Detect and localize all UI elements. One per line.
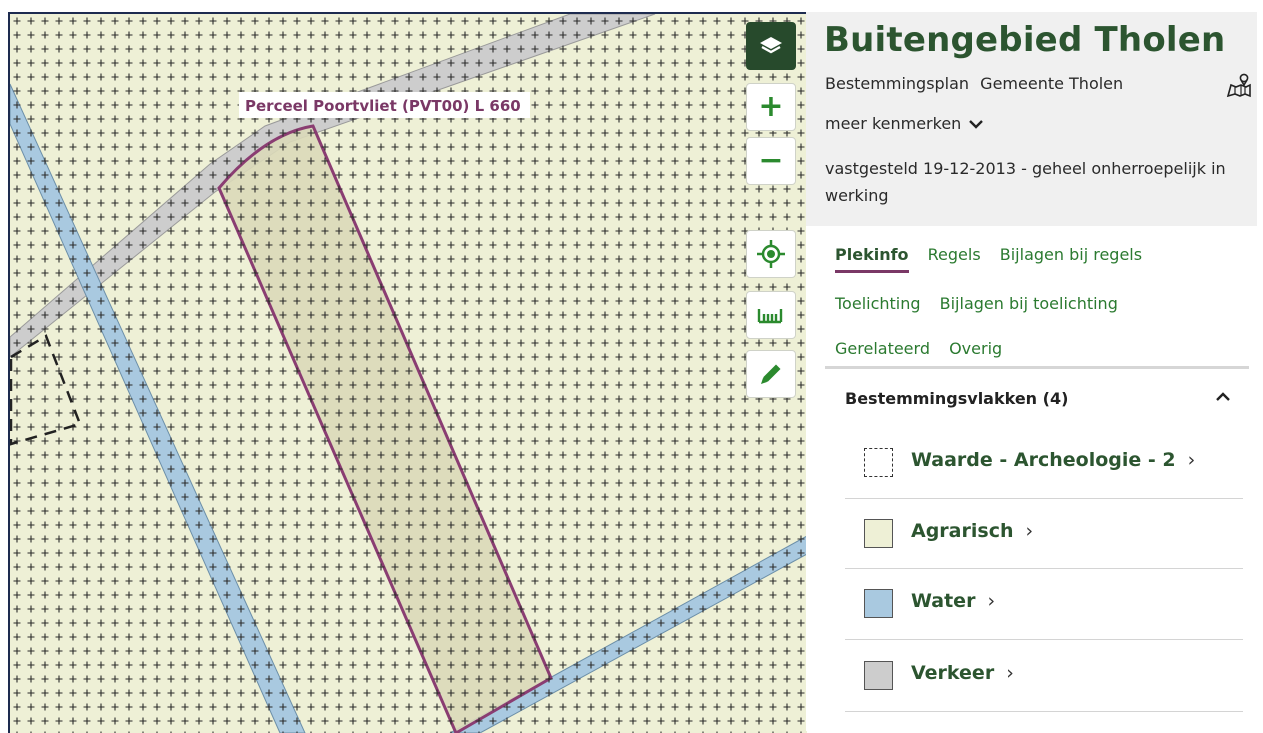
info-panel: Buitengebied Tholen Bestemmingsplan Geme… bbox=[806, 12, 1263, 731]
tab-row-3: Gerelateerd Overig bbox=[835, 339, 1016, 364]
section-header-bestemmingsvlakken[interactable]: Bestemmingsvlakken (4) bbox=[845, 389, 1231, 408]
swatch-agrarisch bbox=[864, 519, 893, 548]
tab-regels[interactable]: Regels bbox=[928, 245, 981, 270]
legend-item-verkeer[interactable]: Verkeer › bbox=[845, 641, 1243, 712]
tab-divider bbox=[825, 366, 1249, 369]
zoom-out-button[interactable]: − bbox=[746, 137, 796, 185]
legend-label-verkeer: Verkeer › bbox=[911, 662, 1014, 684]
plan-title: Buitengebied Tholen bbox=[824, 20, 1226, 60]
grid-pattern bbox=[10, 14, 807, 733]
draw-button[interactable] bbox=[746, 350, 796, 398]
zoom-out-icon: − bbox=[758, 143, 784, 178]
more-features-label: meer kenmerken bbox=[825, 114, 962, 133]
plan-type: Bestemmingsplan bbox=[825, 74, 970, 93]
layers-icon bbox=[760, 37, 782, 54]
swatch-water bbox=[864, 589, 893, 618]
tab-bijlagen-bij-toelichting[interactable]: Bijlagen bij toelichting bbox=[940, 294, 1118, 319]
chevron-right-icon: › bbox=[987, 590, 996, 612]
zoom-in-button[interactable]: + bbox=[746, 83, 796, 131]
legend-label-agrarisch: Agrarisch › bbox=[911, 520, 1034, 542]
locate-icon bbox=[757, 240, 785, 268]
tab-row-1: Plekinfo Regels Bijlagen bij regels bbox=[835, 245, 1156, 273]
tab-overig[interactable]: Overig bbox=[949, 339, 1002, 364]
legend-item-water[interactable]: Water › bbox=[845, 569, 1243, 640]
legend-item-agrarisch[interactable]: Agrarisch › bbox=[845, 498, 1243, 569]
plan-authority: Gemeente Tholen bbox=[980, 74, 1124, 93]
app-window: Perceel Poortvliet (PVT00) L 660 + − Bui… bbox=[0, 0, 1263, 733]
map-pin-button[interactable] bbox=[1226, 72, 1252, 102]
locate-button[interactable] bbox=[746, 230, 796, 278]
plan-header: Buitengebied Tholen Bestemmingsplan Geme… bbox=[806, 12, 1257, 226]
ruler-icon bbox=[757, 309, 783, 324]
plan-subtitle: Bestemmingsplan Gemeente Tholen bbox=[825, 74, 1129, 93]
chevron-right-icon: › bbox=[1187, 449, 1196, 471]
tab-gerelateerd[interactable]: Gerelateerd bbox=[835, 339, 930, 364]
map-canvas[interactable]: Perceel Poortvliet (PVT00) L 660 + − bbox=[8, 12, 807, 733]
legend-item-archeologie[interactable]: Waarde - Archeologie - 2 › bbox=[845, 428, 1243, 499]
legend-label-water: Water › bbox=[911, 590, 996, 612]
measure-button[interactable] bbox=[746, 291, 796, 339]
chevron-right-icon: › bbox=[1025, 520, 1034, 542]
plan-status: vastgesteld 19-12-2013 - geheel onherroe… bbox=[825, 159, 1226, 205]
tab-plekinfo[interactable]: Plekinfo bbox=[835, 245, 909, 273]
chevron-up-icon bbox=[1215, 387, 1231, 408]
chevron-down-icon bbox=[969, 114, 984, 133]
parcel-label: Perceel Poortvliet (PVT00) L 660 bbox=[245, 97, 521, 115]
layers-button[interactable] bbox=[746, 22, 796, 70]
more-features-toggle[interactable]: meer kenmerken bbox=[825, 114, 984, 133]
legend-label-archeologie: Waarde - Archeologie - 2 › bbox=[911, 449, 1196, 471]
section-title: Bestemmingsvlakken (4) bbox=[845, 389, 1069, 408]
tab-bijlagen-bij-regels[interactable]: Bijlagen bij regels bbox=[1000, 245, 1142, 270]
chevron-right-icon: › bbox=[1006, 662, 1014, 684]
tab-toelichting[interactable]: Toelichting bbox=[835, 294, 921, 319]
zoom-in-icon: + bbox=[758, 89, 784, 124]
pencil-icon bbox=[761, 364, 781, 384]
swatch-archeologie bbox=[864, 448, 893, 477]
tab-row-2: Toelichting Bijlagen bij toelichting bbox=[835, 294, 1132, 319]
map-pin-icon bbox=[1226, 73, 1251, 98]
swatch-verkeer bbox=[864, 661, 893, 690]
